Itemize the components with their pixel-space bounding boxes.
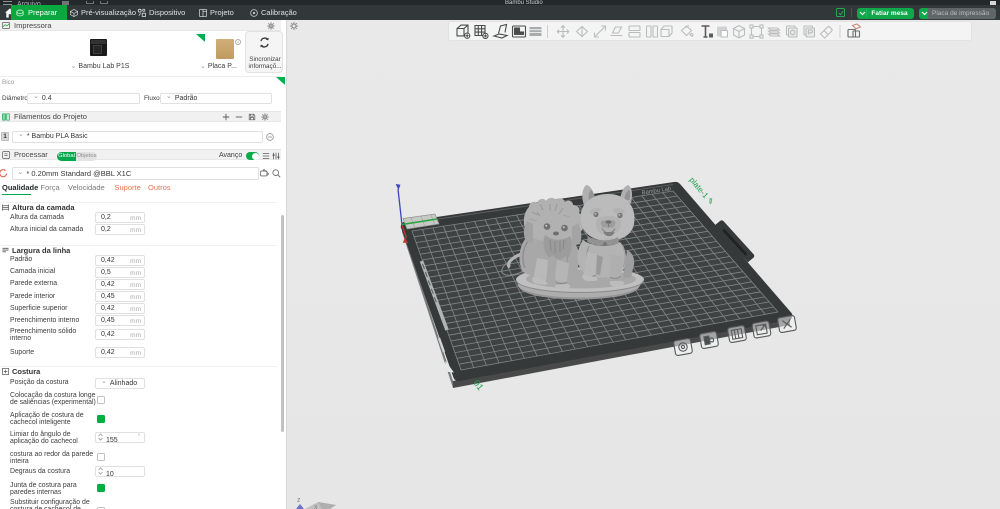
svg-text:x: x xyxy=(314,504,318,509)
svg-text:z: z xyxy=(297,497,301,504)
